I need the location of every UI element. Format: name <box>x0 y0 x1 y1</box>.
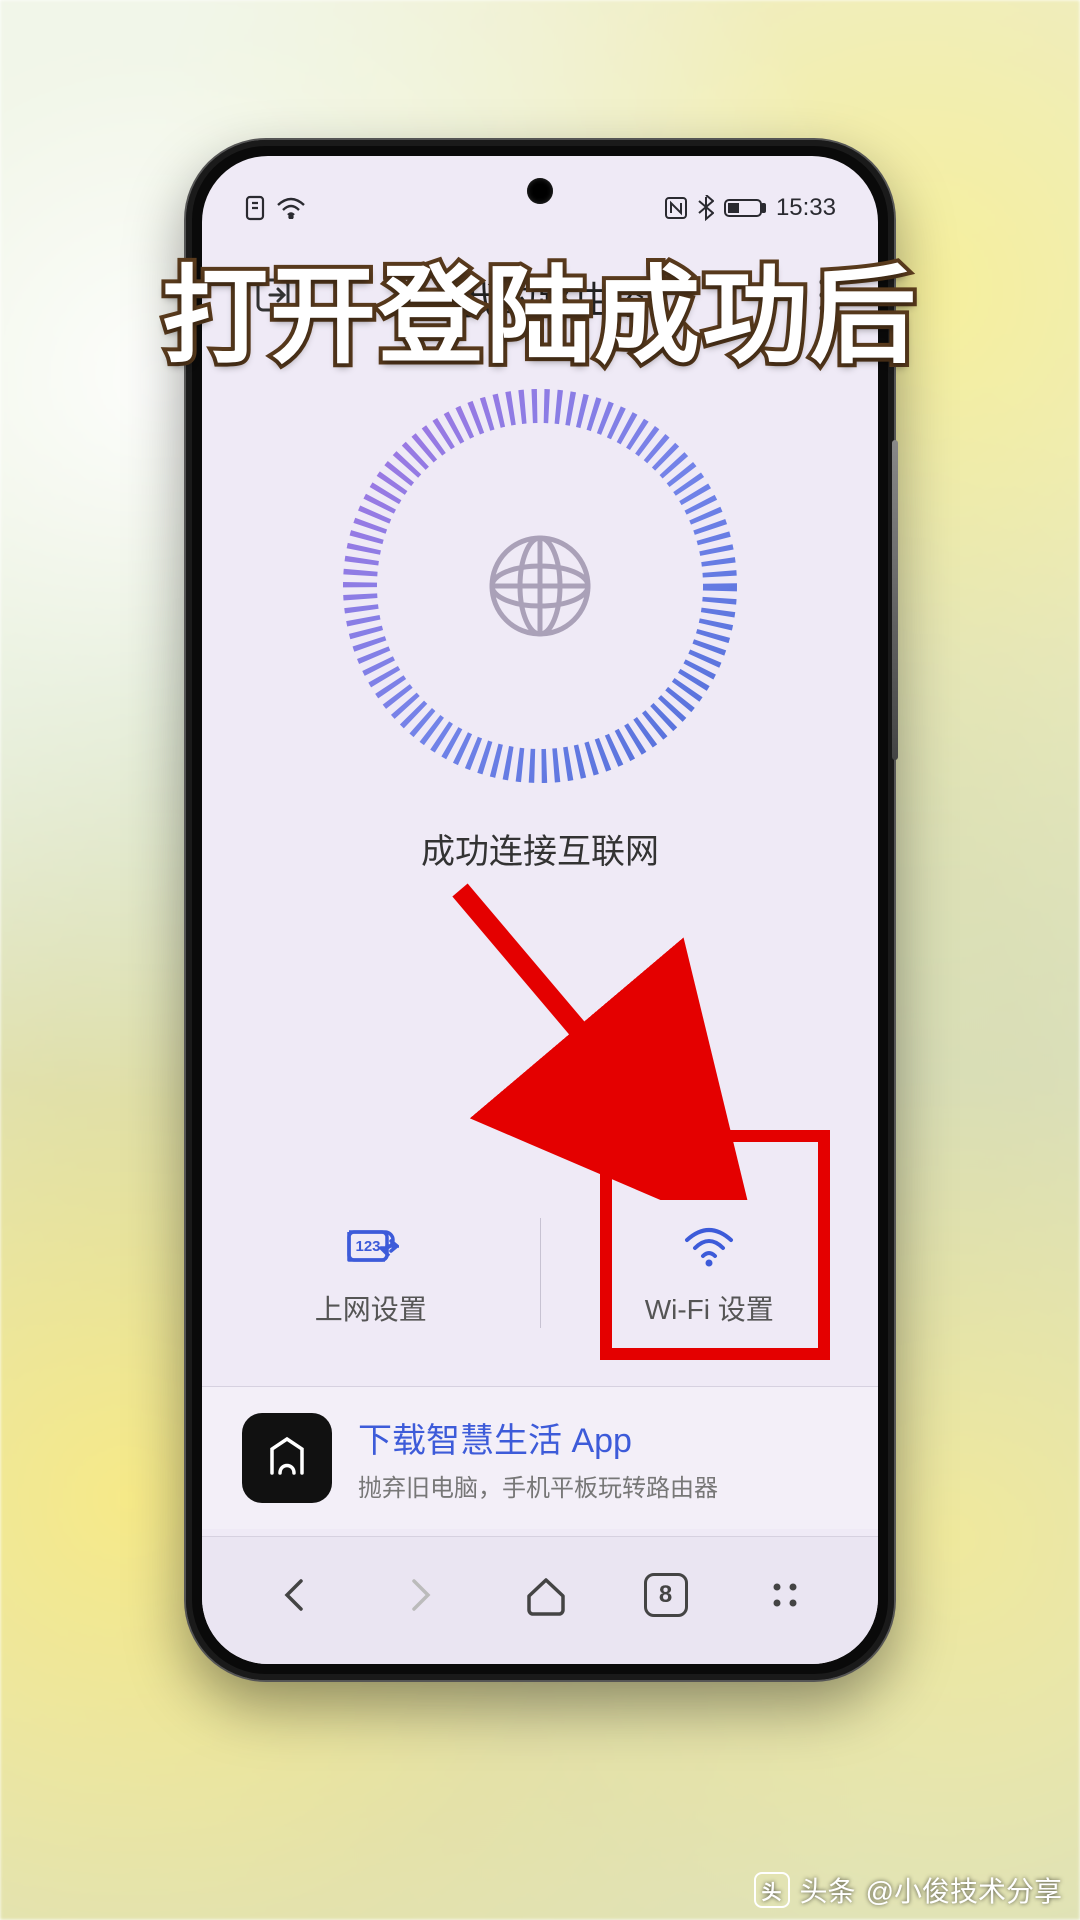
internet-settings-label: 上网设置 <box>315 1288 427 1328</box>
watermark-author: @小俊技术分享 <box>866 1870 1062 1910</box>
forward-button[interactable] <box>392 1567 448 1623</box>
watermark-prefix: 头条 <box>800 1870 856 1910</box>
sim-icon <box>244 195 266 221</box>
nfc-icon <box>664 196 688 220</box>
connection-status-text: 成功连接互联网 <box>421 824 659 873</box>
connection-gauge: 成功连接互联网 <box>202 376 878 873</box>
clock-text: 15:33 <box>776 194 836 222</box>
tabs-button[interactable]: 8 <box>644 1573 688 1617</box>
bluetooth-icon <box>698 195 714 221</box>
watermark: 头 头条 @小俊技术分享 <box>754 1870 1062 1910</box>
internet-settings-button[interactable]: 123 上网设置 <box>202 1218 540 1328</box>
promo-title: 下载智慧生活 App <box>358 1413 718 1462</box>
status-right: 15:33 <box>664 194 836 222</box>
app-download-banner[interactable]: 下载智慧生活 App 抛弃旧电脑，手机平板玩转路由器 <box>202 1386 878 1529</box>
wifi-icon <box>276 197 306 219</box>
home-button[interactable] <box>518 1567 574 1623</box>
menu-button[interactable] <box>757 1567 813 1623</box>
instruction-caption: 打开登陆成功后 <box>162 230 918 384</box>
battery-icon <box>724 197 766 219</box>
back-button[interactable] <box>267 1567 323 1623</box>
internet-settings-icon: 123 <box>343 1218 399 1274</box>
status-left <box>244 195 306 221</box>
gauge-ring <box>330 376 750 796</box>
svg-text:123: 123 <box>355 1238 380 1255</box>
promo-text: 下载智慧生活 App 抛弃旧电脑，手机平板玩转路由器 <box>358 1413 718 1503</box>
smartlife-app-icon <box>242 1413 332 1503</box>
browser-bottom-nav: 8 <box>202 1536 878 1664</box>
promo-subtitle: 抛弃旧电脑，手机平板玩转路由器 <box>358 1468 718 1503</box>
tab-count-text: 8 <box>659 1581 672 1609</box>
globe-icon <box>480 526 600 646</box>
annotation-arrow <box>430 870 750 1200</box>
punch-hole-camera <box>527 178 553 204</box>
watermark-logo: 头 <box>754 1872 790 1908</box>
